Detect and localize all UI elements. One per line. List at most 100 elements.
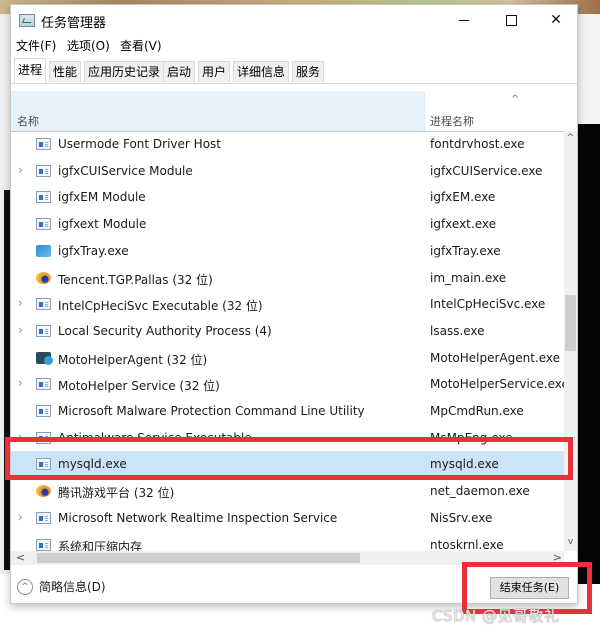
process-executable-name: MsMpEng.exe [430, 430, 513, 445]
window-icon [36, 511, 51, 524]
minimize-button[interactable] [441, 5, 487, 35]
process-executable-name: im_main.exe [430, 270, 507, 285]
process-executable-name: igfxEM.exe [430, 190, 496, 205]
expand-chevron-icon[interactable]: › [18, 163, 23, 177]
process-executable-name: MotoHelperService.exe [430, 377, 564, 392]
process-display-name: igfxext Module [58, 217, 147, 232]
process-row[interactable]: 系统和压缩内存 ntoskrnl.exe [11, 532, 564, 552]
horizontal-scroll-thumb[interactable] [37, 553, 360, 563]
tab-details[interactable]: 详细信息 [233, 61, 290, 82]
process-display-name: MotoHelperAgent (32 位) [58, 352, 208, 367]
tencent-icon [36, 271, 51, 284]
process-row[interactable]: › MotoHelper Service (32 位) MotoHelperServ… [11, 371, 564, 398]
tab-services[interactable]: 服务 [292, 61, 325, 82]
window-icon [36, 324, 51, 337]
process-display-name: Usermode Font Driver Host [58, 137, 221, 151]
watermark: CSDN @见哥敬礼 [432, 607, 560, 625]
window-icon [36, 138, 51, 150]
process-row[interactable]: igfxTray.exe igfxTray.exe [11, 238, 564, 265]
tencent-icon [36, 485, 51, 498]
scroll-right-icon[interactable]: > [553, 551, 562, 564]
process-executable-name: net_daemon.exe [430, 484, 530, 499]
footer: ^ 简略信息(D) 结束任务(E) [11, 567, 577, 603]
process-row[interactable]: igfxEM Module igfxEM.exe [11, 184, 564, 211]
close-button[interactable]: ✕ [533, 5, 579, 35]
fewer-details-label: 简略信息(D) [39, 580, 106, 594]
window-icon [36, 191, 51, 204]
igfx-tray-icon [36, 244, 51, 257]
process-display-name: Tencent.TGP.Pallas (32 位) [58, 272, 213, 287]
scroll-up-icon[interactable]: ^ [564, 133, 577, 143]
background-window-right-dark [578, 124, 600, 584]
tab-startup[interactable]: 启动 [163, 61, 196, 82]
process-row[interactable]: › IntelCpHeciSvc Executable (32 位) IntelCp… [11, 291, 564, 318]
expand-chevron-icon[interactable]: › [18, 296, 23, 310]
maximize-icon [505, 14, 517, 26]
process-row[interactable]: › Antimalware Service Executable MsMpEng.e… [11, 425, 564, 452]
process-display-name: igfxCUIService Module [58, 163, 193, 178]
tab-processes[interactable]: 进程 [14, 58, 47, 83]
window-icon [36, 298, 51, 311]
fewer-details-button[interactable]: ^ 简略信息(D) [17, 578, 106, 595]
process-list: Usermode Font Driver Host fontdrvhost.exe… [11, 131, 564, 551]
process-display-name: Microsoft Malware Protection Command Lin… [58, 404, 365, 418]
process-executable-name: NisSrv.exe [430, 510, 493, 525]
vertical-scroll-thumb[interactable] [565, 295, 576, 352]
window-icon [36, 164, 51, 177]
process-executable-name: igfxCUIService.exe [430, 163, 543, 178]
process-executable-name: fontdrvhost.exe [430, 137, 525, 151]
column-header-process-name[interactable]: ^ 进程名称 [424, 91, 565, 131]
menu-options[interactable]: 选项(O) [67, 37, 110, 54]
minimize-icon [459, 19, 469, 21]
task-manager-icon [19, 14, 35, 27]
chevron-up-circle-icon: ^ [17, 578, 33, 595]
process-executable-name: lsass.exe [430, 323, 485, 338]
menu-file[interactable]: 文件(F) [16, 37, 56, 54]
expand-chevron-icon[interactable]: › [18, 430, 23, 444]
table-header: 名称 ^ 进程名称 [11, 91, 577, 131]
process-row-selected[interactable]: mysqld.exe mysqld.exe [11, 451, 564, 479]
process-executable-name: IntelCpHeciSvc.exe [430, 297, 546, 312]
column-header-name[interactable]: 名称 [11, 91, 424, 131]
horizontal-scrollbar[interactable]: < > [11, 551, 564, 565]
window-icon [36, 378, 51, 391]
expand-chevron-icon[interactable]: › [18, 323, 23, 337]
maximize-button[interactable] [488, 5, 534, 35]
process-display-name: 腾讯游戏平台 (32 位) [58, 486, 175, 501]
process-display-name: Antimalware Service Executable [58, 430, 252, 445]
sort-ascending-icon: ^ [511, 94, 520, 105]
title-bar[interactable]: 任务管理器 ✕ [11, 5, 577, 35]
tab-strip: 进程 性能 应用历史记录 启动 用户 详细信息 服务 [11, 57, 577, 84]
end-task-button[interactable]: 结束任务(E) [490, 577, 569, 599]
tab-app-history[interactable]: 应用历史记录 [84, 61, 165, 82]
tab-users[interactable]: 用户 [198, 61, 231, 82]
process-row[interactable]: › Microsoft Network Realtime Inspection S… [11, 505, 564, 532]
process-row[interactable]: igfxext Module igfxext.exe [11, 211, 564, 238]
column-header-name-label: 名称 [17, 115, 39, 128]
window-icon [36, 538, 51, 551]
process-display-name: 系统和压缩内存 [58, 539, 143, 552]
moto-icon [36, 351, 53, 365]
window-icon [36, 458, 51, 471]
scroll-down-icon[interactable]: v [564, 537, 577, 547]
process-row[interactable]: Usermode Font Driver Host fontdrvhost.exe [11, 131, 564, 158]
process-row[interactable]: Tencent.TGP.Pallas (32 位) im_main.exe [11, 265, 564, 292]
process-row[interactable]: MotoHelperAgent (32 位) MotoHelperAgent.ex… [11, 345, 564, 372]
vertical-scrollbar[interactable]: ^ v [564, 131, 577, 551]
scroll-left-icon[interactable]: < [16, 551, 25, 564]
tab-performance[interactable]: 性能 [49, 61, 82, 82]
process-row[interactable]: 腾讯游戏平台 (32 位) net_daemon.exe [11, 478, 564, 505]
process-row[interactable]: › igfxCUIService Module igfxCUIService.exe [11, 158, 564, 185]
window-icon [36, 405, 51, 417]
expand-chevron-icon[interactable]: › [18, 510, 23, 524]
close-icon: ✕ [550, 12, 562, 28]
process-row[interactable]: › Local Security Authority Process (4) lsa… [11, 318, 564, 345]
process-display-name: mysqld.exe [58, 457, 127, 472]
expand-chevron-icon[interactable]: › [18, 376, 23, 390]
process-display-name: igfxEM Module [58, 190, 146, 205]
task-manager-window: 任务管理器 ✕ 文件(F) 选项(O) 查看(V) 进程 性能 应用历史记录 启… [10, 4, 578, 604]
menu-view[interactable]: 查看(V) [120, 37, 162, 54]
process-row[interactable]: Microsoft Malware Protection Command Lin… [11, 398, 564, 425]
process-executable-name: MpCmdRun.exe [430, 404, 524, 418]
process-executable-name: mysqld.exe [430, 457, 499, 472]
